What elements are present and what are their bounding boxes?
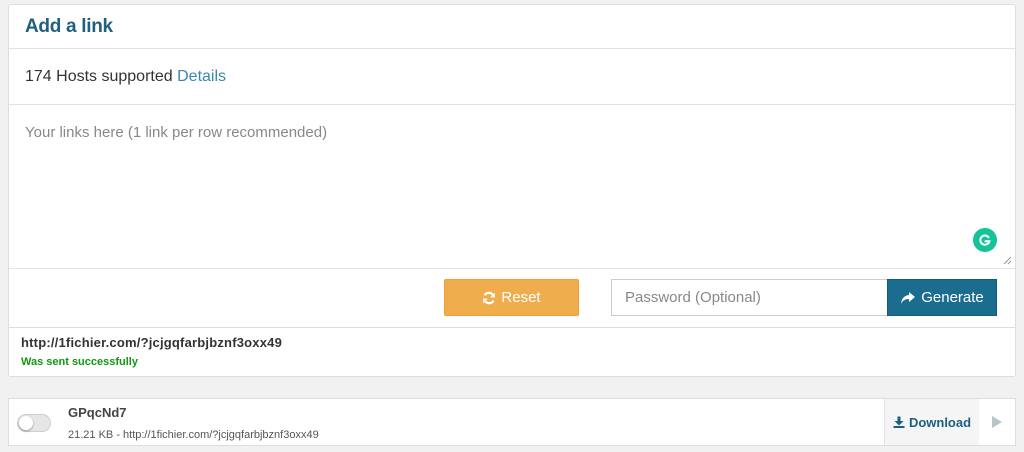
download-icon xyxy=(893,416,905,428)
details-link[interactable]: Details xyxy=(177,68,226,85)
result-box: http://1fichier.com/?jcjgqfarbjbznf3oxx4… xyxy=(9,327,1015,376)
panel-title: Add a link xyxy=(9,5,1015,49)
add-link-panel: Add a link 174 Hosts supported Details R… xyxy=(8,4,1016,377)
reset-label: Reset xyxy=(501,289,541,306)
generate-label: Generate xyxy=(921,289,984,306)
generate-button[interactable]: Generate xyxy=(887,279,997,316)
links-area xyxy=(9,105,1015,269)
download-button[interactable]: Download xyxy=(884,399,979,445)
hosts-supported-row: 174 Hosts supported Details xyxy=(9,49,1015,105)
file-name: GPqcNd7 xyxy=(68,405,127,420)
play-button[interactable] xyxy=(979,399,1015,445)
file-meta: 21.21 KB - http://1fichier.com/?jcjgqfar… xyxy=(68,429,319,441)
controls-row: Reset Generate xyxy=(9,269,1015,327)
file-row: GPqcNd7 21.21 KB - http://1fichier.com/?… xyxy=(8,398,1016,446)
play-icon xyxy=(992,416,1002,428)
result-url: http://1fichier.com/?jcjgqfarbjbznf3oxx4… xyxy=(21,335,283,350)
result-status: Was sent successfully xyxy=(21,356,138,368)
hosts-count-text: 174 Hosts supported xyxy=(25,68,173,85)
resize-handle-icon[interactable] xyxy=(1002,255,1012,265)
refresh-icon xyxy=(483,291,496,304)
password-input[interactable] xyxy=(611,279,887,316)
share-arrow-icon xyxy=(901,291,916,304)
reset-button[interactable]: Reset xyxy=(444,279,579,316)
grammarly-icon[interactable] xyxy=(973,228,997,252)
download-label: Download xyxy=(908,414,972,430)
toggle-knob xyxy=(19,416,33,430)
links-textarea[interactable] xyxy=(9,105,1015,268)
select-toggle[interactable] xyxy=(17,414,51,432)
